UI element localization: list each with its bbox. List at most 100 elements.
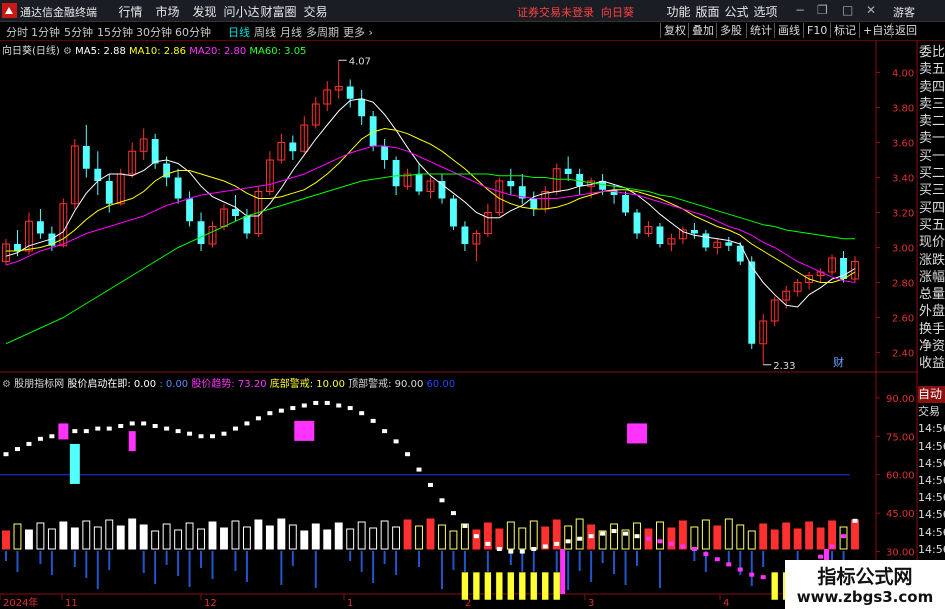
ind-down-bar [440,551,443,589]
quote-item: 总量 [919,287,945,303]
trade-time: 14:56 [918,525,945,539]
candle-body-down [36,221,44,234]
ind-bar [82,520,91,550]
trend-dot [508,549,514,554]
trend-dot [588,534,594,539]
ind-bar [805,521,814,550]
main-price-chart: 4.07 2.33 财 [2,56,859,372]
ind-down-bar [165,551,168,565]
trend-dot [359,411,365,416]
trend-dot [267,411,273,416]
quote-item: 买一 [919,148,945,164]
ind-down-bar [360,551,363,572]
ind-down-bar [39,551,42,564]
bottom-warn-bar [541,571,549,601]
trend-dot [416,467,422,472]
chart-canvas[interactable]: 4.00 3.80 3.60 3.40 3.20 3.00 2.80 2.60 2.40 90.0… [0,0,945,609]
candle-body-down [599,181,607,190]
bottom-warn-bar [495,571,504,601]
ind-down-bar [486,551,489,573]
signal-block [294,420,315,441]
auto-trade-label[interactable]: 自动 [918,386,945,404]
trend-dot [72,429,78,434]
ind-bar [197,528,205,550]
quote-item: 净资 [919,339,945,355]
ind-axis-label: 45.00 [886,509,915,520]
quote-item: 卖二 [919,114,945,130]
trend-dot [106,426,112,431]
ind-bar [392,526,401,550]
ind-bar [724,518,733,550]
quote-item: 卖五 [919,62,945,78]
ind-bar [208,521,217,550]
ind-bar [472,529,481,550]
trend-dot [852,518,858,523]
ind-bar [426,518,435,550]
trend-dot [749,572,755,577]
trend-dot [439,498,445,503]
ind-bar [265,525,274,550]
candle-body-down [243,216,251,234]
quote-item: 外盘 [919,304,945,320]
cai-marker: 财 [833,355,844,369]
quote-item: 换手 [919,321,945,337]
candle-body-down [14,244,21,251]
trend-dot [737,567,743,572]
ind-bar [736,524,745,550]
trade-label[interactable]: 交易 [918,403,945,420]
trend-dot [347,406,353,411]
ind-bar [185,522,194,550]
ind-down-bar [349,551,352,561]
watermark-line1: 指标公式网 [817,566,913,588]
quote-item: 收益 [919,356,945,372]
candle-body-down [174,177,182,199]
ind-down-bar [727,551,730,564]
trend-dot [198,434,204,439]
ind-down-bar [762,551,765,567]
trend-dot [255,416,261,421]
signal-block [627,423,648,444]
bottom-warn-bar [530,571,538,601]
ind-down-bar [418,551,421,567]
trend-dot [301,403,307,408]
ind-bar [369,527,378,550]
trend-dot [450,511,456,516]
trend-dot [760,575,766,580]
ind-down-bar [567,551,570,590]
ind-down-bar [291,551,294,566]
ind-bar [13,523,22,550]
ind-down-bar [750,551,753,586]
ind-down-bar [372,551,375,583]
ind-bar [713,525,722,550]
trade-time: 14:56 [918,422,945,436]
trend-dot [542,544,548,549]
trend-dot [645,536,651,541]
trade-time: 14:56 [918,439,945,453]
ind-down-bar [200,551,203,568]
bottom-warn-bar [461,571,469,601]
ind-bar [323,529,332,550]
candle-body-down [690,230,698,234]
ind-bar [529,520,538,550]
ind-down-bar [142,551,145,573]
ind-bar [564,525,573,550]
ind-down-bar [50,551,53,575]
bottom-warn-bar [484,571,492,601]
date-label: 3 [588,598,594,609]
quote-item: 买四 [919,200,945,216]
ind-bar [220,527,228,550]
ind-axis-label: 30.00 [886,548,915,559]
trend-dot [703,552,709,557]
candle-body-down [105,181,113,204]
ind-down-bar [188,551,191,587]
quote-item: 卖四 [919,79,945,95]
ind-down-bar [177,551,180,576]
quote-item: 涨幅 [919,269,945,285]
ind-bar [415,525,423,550]
trend-dot [26,441,32,446]
ind-bar [105,519,114,550]
indicator-chart [0,400,859,601]
candle-body-down [450,198,457,227]
ind-bar [59,521,68,550]
watermark-line2: www.zbgs3.com [796,588,934,606]
